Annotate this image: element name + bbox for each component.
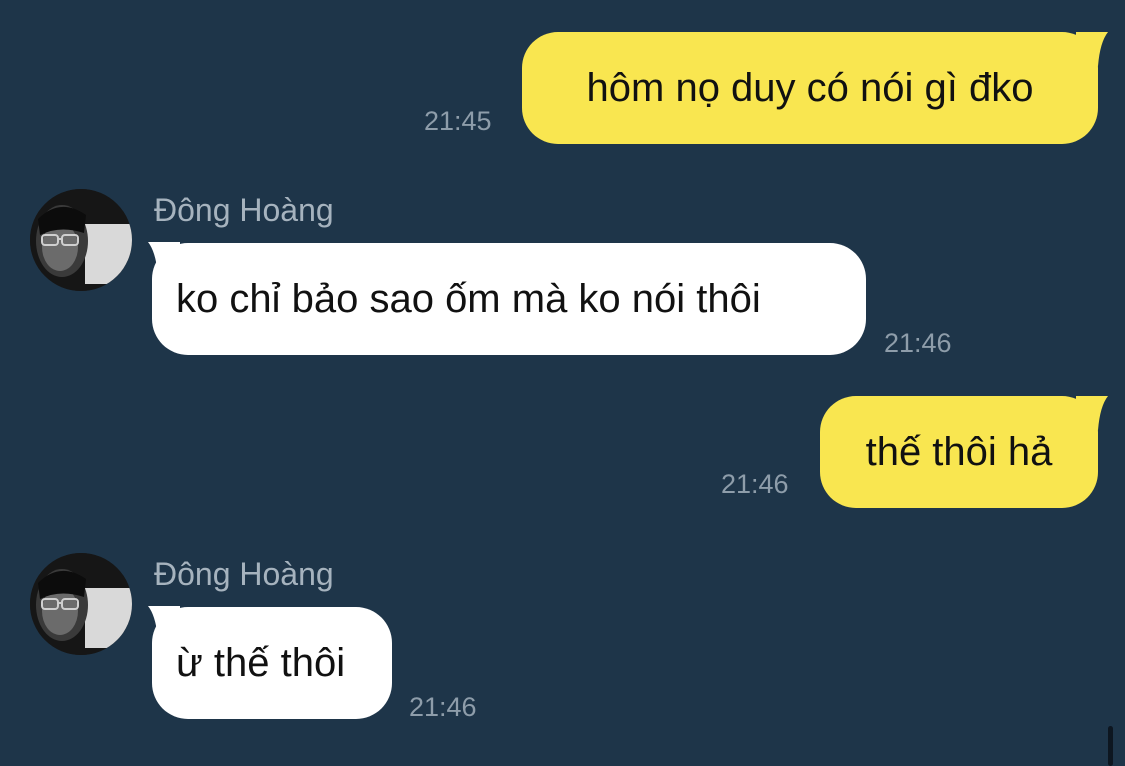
message-timestamp: 21:46 [721, 469, 789, 499]
message-timestamp: 21:45 [424, 106, 492, 136]
message-bubble-outgoing[interactable]: thế thôi hả [820, 396, 1098, 508]
message-bubble-incoming[interactable]: ừ thế thôi [152, 607, 392, 719]
sender-name: Đông Hoàng [154, 556, 334, 592]
message-timestamp: 21:46 [409, 692, 477, 722]
message-bubble-outgoing[interactable]: hôm nọ duy có nói gì đko [522, 32, 1098, 144]
sender-name: Đông Hoàng [154, 192, 334, 228]
message-text: ko chỉ bảo sao ốm mà ko nói thôi [176, 277, 761, 321]
message-text: thế thôi hả [865, 430, 1053, 474]
message-text: ừ thế thôi [176, 641, 346, 685]
message-bubble-incoming[interactable]: ko chỉ bảo sao ốm mà ko nói thôi [152, 243, 866, 355]
bubble-tail-outgoing [1076, 32, 1108, 66]
chat-thread[interactable]: hôm nọ duy có nói gì đko 21:45 Đông Hoàn… [0, 0, 1125, 766]
avatar-photo-icon [30, 189, 132, 291]
bubble-tail-outgoing [1076, 396, 1108, 430]
message-text: hôm nọ duy có nói gì đko [586, 66, 1034, 110]
sender-avatar[interactable] [30, 189, 132, 291]
sender-avatar[interactable] [30, 553, 132, 655]
avatar-photo-icon [30, 553, 132, 655]
scrollbar[interactable] [1108, 726, 1113, 766]
message-timestamp: 21:46 [884, 328, 952, 358]
